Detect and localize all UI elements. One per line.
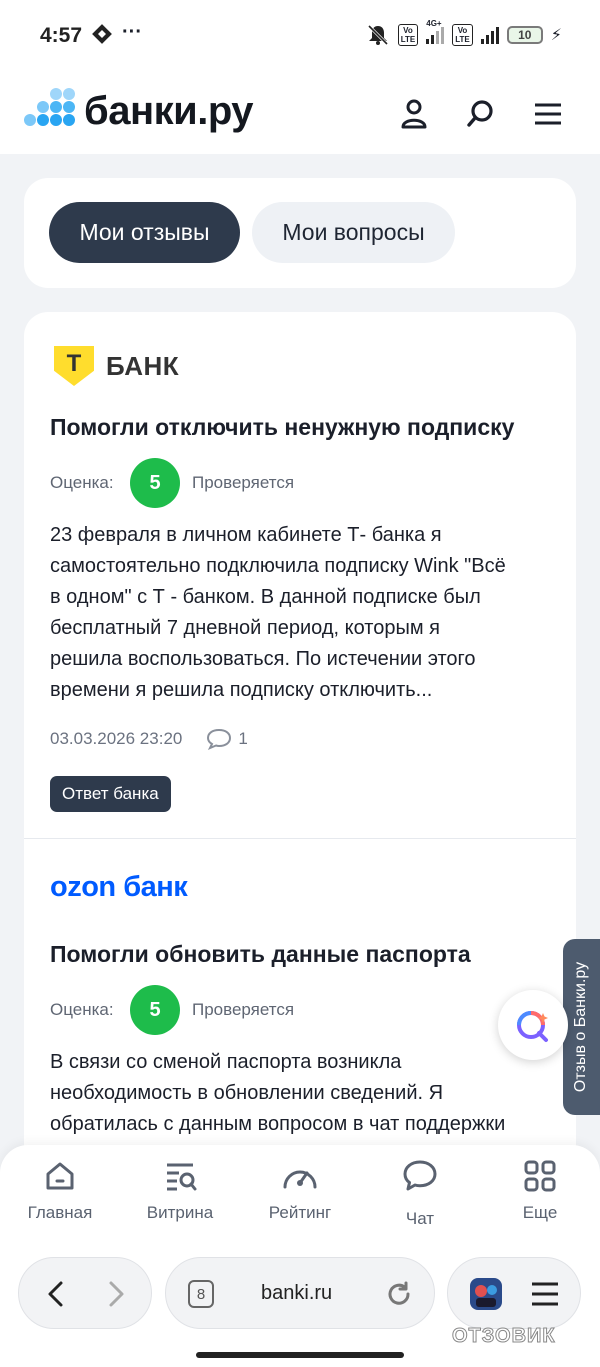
nav-more[interactable]: Еще <box>485 1159 595 1223</box>
nav-rating-label: Рейтинг <box>268 1203 332 1222</box>
nav-rating[interactable]: Рейтинг <box>245 1159 355 1223</box>
browser-toolbar: 8 banki.ru <box>0 1245 600 1367</box>
review-text-line: необходимость в обновлении сведений. Я <box>50 1082 444 1104</box>
tabs-card: Мои отзывы Мои вопросы <box>24 178 576 288</box>
tab-my-reviews[interactable]: Мои отзывы <box>49 202 240 263</box>
rating-label: Оценка: <box>50 473 114 492</box>
review-card[interactable]: Т БАНК Помогли отключить ненужную подпис… <box>24 312 576 838</box>
assistant-button[interactable] <box>498 990 568 1060</box>
home-icon <box>46 1162 74 1190</box>
bank-answer-badge[interactable]: Ответ банка <box>50 776 171 812</box>
back-icon[interactable] <box>45 1280 67 1308</box>
comments-count[interactable]: 1 <box>206 728 248 750</box>
signal-icon-2 <box>480 26 499 44</box>
review-text[interactable]: В связи со сменой паспорта возникла необ… <box>50 1047 560 1140</box>
review-text-line: решила воспользоваться. По истечении это… <box>50 648 476 670</box>
mute-icon <box>367 24 388 46</box>
grid-icon <box>524 1160 556 1192</box>
bank-name: БАНК <box>106 350 180 381</box>
status-right-icons: Vo LTE 4G+ Vo LTE 10 ⚡ <box>366 19 562 46</box>
rating-row: Оценка: 5 Проверяется <box>50 458 294 508</box>
review-status: Проверяется <box>192 473 295 492</box>
bottom-navigation: Главная Витрина Рейтинг Чат Еще <box>0 1145 600 1245</box>
review-date: 03.03.2026 23:20 <box>50 729 183 748</box>
review-text-line: самостоятельно подключила подписку Wink … <box>50 555 506 577</box>
review-text-line: В связи со сменой паспорта возникла <box>50 1051 402 1073</box>
review-text-line: времени я решила подписку отключить... <box>50 679 433 701</box>
browser-menu-group <box>447 1257 581 1329</box>
site-feedback-tab[interactable]: Отзыв о Банки.ру <box>563 939 600 1115</box>
url-text[interactable]: banki.ru <box>261 1282 332 1305</box>
reload-icon[interactable] <box>386 1281 412 1307</box>
review-text[interactable]: 23 февраля в личном кабинете Т- банка я … <box>50 520 560 706</box>
status-left-icons: ··· <box>92 21 142 44</box>
site-logo[interactable]: банки.ру <box>24 86 254 136</box>
battery-icon: 10 <box>506 26 543 44</box>
site-header: банки.ру <box>0 72 600 154</box>
tbank-logo: Т БАНК <box>54 346 179 386</box>
address-bar[interactable]: 8 banki.ru <box>165 1257 435 1329</box>
search-icon[interactable] <box>463 96 499 132</box>
rating-value: 5 <box>130 458 180 508</box>
review-text-line: 23 февраля в личном кабинете Т- банка я <box>50 524 442 546</box>
nav-chat[interactable]: Чат <box>365 1159 475 1229</box>
nav-home[interactable]: Главная <box>5 1159 115 1223</box>
status-bar: 4:57 ··· Vo LTE 4G+ Vo LTE 10 ⚡ <box>0 0 600 72</box>
profile-avatar-icon[interactable] <box>468 1276 504 1312</box>
battery-level: 10 <box>518 28 532 42</box>
tabs-count-button[interactable]: 8 <box>188 1280 214 1308</box>
otzovik-watermark: ОТЗОВИК <box>452 1325 556 1348</box>
forward-icon[interactable] <box>105 1280 127 1308</box>
notification-app-icon <box>92 24 112 44</box>
nav-showcase-label: Витрина <box>146 1203 214 1222</box>
comment-icon <box>207 728 232 750</box>
review-title[interactable]: Помогли обновить данные паспорта <box>50 941 471 968</box>
review-title[interactable]: Помогли отключить ненужную подписку <box>50 414 514 441</box>
review-meta: 03.03.2026 23:20 1 <box>50 728 248 750</box>
review-text-line: обратилась с данным вопросом в чат подде… <box>50 1113 506 1135</box>
profile-icon[interactable] <box>396 96 432 132</box>
showcase-icon <box>167 1163 197 1191</box>
site-feedback-label: Отзыв о Банки.ру <box>572 961 590 1093</box>
tbank-shield-icon: Т <box>54 346 94 386</box>
ozon-bank-logo: ozon банк <box>50 871 188 903</box>
review-text-line: в одном" с Т - банком. В данной подписке… <box>50 586 481 608</box>
tbank-letter: Т <box>66 350 82 377</box>
signal-icon-1: 4G+ <box>426 19 445 44</box>
reviews-list: Т БАНК Помогли отключить ненужную подпис… <box>24 312 576 1212</box>
browser-menu-icon[interactable] <box>530 1280 560 1308</box>
logo-dots-icon <box>24 86 76 136</box>
review-text-line: бесплатный 7 дневной период, которым я <box>50 617 440 639</box>
chat-icon <box>403 1160 437 1191</box>
site-name: банки.ру <box>84 88 254 133</box>
browser-nav-group <box>18 1257 152 1329</box>
nav-showcase[interactable]: Витрина <box>125 1159 235 1223</box>
volte-icon-2: Vo LTE <box>452 24 473 46</box>
assistant-icon <box>517 1011 548 1042</box>
charging-icon: ⚡ <box>550 27 562 44</box>
rating-value: 5 <box>130 985 180 1035</box>
comments-number: 1 <box>238 729 248 748</box>
rating-label: Оценка: <box>50 1000 114 1019</box>
nav-home-label: Главная <box>27 1203 93 1222</box>
network-type: 4G+ <box>426 19 442 28</box>
menu-icon[interactable] <box>530 96 566 132</box>
volte-icon: Vo LTE <box>397 24 419 46</box>
gauge-icon <box>283 1170 317 1189</box>
status-time: 4:57 <box>40 24 83 47</box>
review-status: Проверяется <box>192 1000 295 1019</box>
rating-row: Оценка: 5 Проверяется <box>50 985 294 1035</box>
tab-my-questions[interactable]: Мои вопросы <box>252 202 455 263</box>
nav-chat-label: Чат <box>405 1209 435 1228</box>
nav-more-label: Еще <box>522 1203 558 1222</box>
more-notifications-icon: ··· <box>122 21 142 43</box>
gesture-home-bar[interactable] <box>196 1352 404 1358</box>
